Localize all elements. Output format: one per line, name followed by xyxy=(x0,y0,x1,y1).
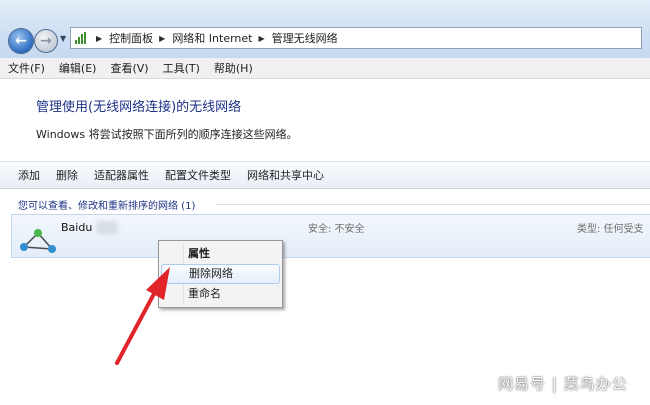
context-menu: 属性 删除网络 重命名 xyxy=(158,240,283,308)
profile-types-button[interactable]: 配置文件类型 xyxy=(157,167,239,183)
breadcrumb-manage-wireless[interactable]: 管理无线网络 xyxy=(272,30,338,46)
network-list-heading: 您可以查看、修改和重新排序的网络 (1) xyxy=(18,201,196,212)
watermark-logo: 网易号 | 菜鸟办公 xyxy=(498,375,628,393)
back-button[interactable]: ← xyxy=(8,28,34,54)
redacted-text xyxy=(96,221,118,234)
breadcrumb-arrow-icon[interactable]: ▶ xyxy=(259,34,265,43)
navigation-bar: ← → ▼ ▶ 控制面板 ▶ 网络和 Internet ▶ 管理无线网络 xyxy=(0,0,650,58)
breadcrumb-arrow-icon[interactable]: ▶ xyxy=(159,34,165,43)
network-list-item[interactable]: Baidu 安全: 不安全 类型: 任何受支 xyxy=(11,214,650,258)
network-sharing-center-button[interactable]: 网络和共享中心 xyxy=(239,167,332,183)
network-name: Baidu xyxy=(61,221,93,234)
back-arrow-icon: ← xyxy=(15,33,27,49)
breadcrumb-control-panel[interactable]: 控制面板 xyxy=(109,30,153,46)
adapter-properties-button[interactable]: 适配器属性 xyxy=(86,167,157,183)
breadcrumb-arrow-icon: ▶ xyxy=(96,33,103,43)
remove-button[interactable]: 删除 xyxy=(48,167,86,183)
menu-bar: 文件(F) 编辑(E) 查看(V) 工具(T) 帮助(H) xyxy=(0,58,650,79)
forward-arrow-icon: → xyxy=(40,33,52,49)
recent-pages-dropdown-icon[interactable]: ▼ xyxy=(60,34,66,43)
network-signal-icon xyxy=(75,32,87,44)
network-security: 安全: 不安全 xyxy=(308,224,365,235)
section-divider xyxy=(215,204,650,205)
menu-edit[interactable]: 编辑(E) xyxy=(51,60,103,76)
context-rename[interactable]: 重命名 xyxy=(161,284,280,304)
network-type: 类型: 任何受支 xyxy=(577,224,644,235)
forward-button[interactable]: → xyxy=(34,29,58,53)
menu-view[interactable]: 查看(V) xyxy=(102,60,154,76)
menu-tools[interactable]: 工具(T) xyxy=(155,60,206,76)
address-bar[interactable]: ▶ 控制面板 ▶ 网络和 Internet ▶ 管理无线网络 xyxy=(70,27,642,49)
command-toolbar: 添加 删除 适配器属性 配置文件类型 网络和共享中心 xyxy=(0,161,650,189)
page-description: Windows 将尝试按照下面所列的顺序连接这些网络。 xyxy=(36,128,298,141)
breadcrumb-network-internet[interactable]: 网络和 Internet xyxy=(172,30,252,46)
context-properties[interactable]: 属性 xyxy=(161,244,280,264)
menu-file[interactable]: 文件(F) xyxy=(0,60,51,76)
add-button[interactable]: 添加 xyxy=(0,167,48,183)
menu-help[interactable]: 帮助(H) xyxy=(206,60,259,76)
context-remove-network[interactable]: 删除网络 xyxy=(161,264,280,284)
page-title: 管理使用(无线网络连接)的无线网络 xyxy=(36,100,242,115)
wireless-network-icon xyxy=(20,229,56,253)
